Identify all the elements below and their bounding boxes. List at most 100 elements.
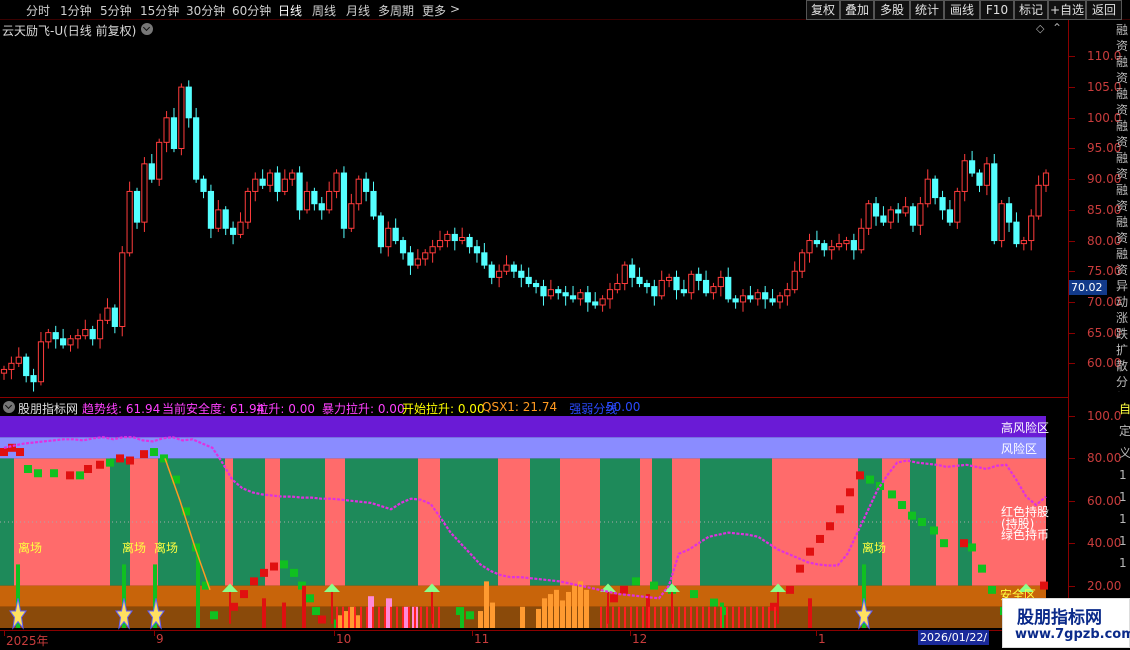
indicator-header: 股朋指标网 趋势线: 61.94 当前安全度: 61.94 拉升: 0.00 暴力拉升… bbox=[0, 397, 1068, 416]
candle-body bbox=[1013, 221, 1020, 245]
date-label: 11 bbox=[474, 632, 490, 646]
date-label: 10 bbox=[336, 632, 352, 646]
candle-body bbox=[614, 283, 621, 291]
date-tick bbox=[472, 631, 473, 636]
red-zone-stripe bbox=[498, 458, 530, 586]
indicator-tick-mark bbox=[1069, 416, 1075, 417]
red-tick-marker bbox=[768, 606, 770, 628]
candle-body bbox=[141, 163, 148, 223]
orange-histogram-bar bbox=[548, 594, 553, 628]
red-step-block bbox=[84, 465, 92, 473]
green-step-block bbox=[24, 465, 32, 473]
candle-body bbox=[872, 203, 880, 217]
red-tick-marker bbox=[630, 606, 632, 628]
candle-body bbox=[702, 279, 710, 294]
side-char: 融 bbox=[1116, 215, 1129, 229]
candle-body bbox=[156, 141, 163, 180]
candle-body bbox=[370, 190, 377, 217]
candle-body bbox=[555, 289, 562, 294]
candle-body bbox=[407, 252, 414, 266]
candle-body bbox=[518, 270, 525, 278]
price-tick-mark bbox=[1069, 332, 1075, 334]
green-step-block bbox=[908, 511, 916, 520]
toolbar-button-8[interactable]: 返回 bbox=[1086, 0, 1122, 20]
red-tick-marker bbox=[660, 606, 662, 628]
indicator-tick-mark bbox=[1069, 585, 1075, 587]
candle-body bbox=[673, 276, 680, 291]
green-step-block bbox=[866, 475, 874, 484]
candle-body bbox=[961, 160, 968, 192]
red-tick-marker bbox=[774, 606, 776, 628]
orange-histogram-bar bbox=[484, 581, 489, 628]
side-text-strip: 融资融资融资融资融资融资融资融资异动涨跌扩散分析 bbox=[1116, 22, 1130, 392]
red-tick-marker bbox=[756, 606, 758, 628]
red-tick-marker bbox=[414, 606, 416, 628]
orange-histogram-bar bbox=[520, 606, 525, 628]
date-tick bbox=[154, 631, 155, 636]
price-tick-mark bbox=[1069, 301, 1075, 303]
green-step-block bbox=[34, 469, 42, 478]
candle-body bbox=[932, 178, 939, 199]
red-tick-marker bbox=[396, 606, 398, 628]
candle-body bbox=[784, 289, 791, 297]
candle-body bbox=[865, 203, 872, 229]
indicator-name: 股朋指标网 bbox=[18, 402, 79, 416]
orange-histogram-bar bbox=[554, 589, 559, 628]
candle-body bbox=[30, 375, 37, 383]
side-char: 融 bbox=[1116, 183, 1129, 197]
red-tick-marker bbox=[618, 606, 620, 628]
candle-body bbox=[170, 117, 178, 149]
candle-body bbox=[436, 240, 444, 248]
candle-body bbox=[74, 335, 82, 340]
side-char: 异 bbox=[1116, 279, 1129, 293]
green-step-block bbox=[650, 581, 658, 590]
red-step-block bbox=[806, 547, 814, 556]
candle-body bbox=[850, 240, 857, 251]
candle-body bbox=[340, 172, 348, 229]
green-step-block bbox=[280, 560, 288, 569]
date-label: 2025年 bbox=[6, 634, 49, 648]
red-tick-marker bbox=[732, 606, 734, 628]
indicator-axis: 100.0 80.00 60.00 40.00 20.00 自定义 1 1 1 1 1 bbox=[1068, 397, 1130, 630]
current-price-tag: 70.02 bbox=[1069, 280, 1107, 295]
candle-body bbox=[503, 264, 510, 272]
red-tick-marker bbox=[600, 606, 602, 628]
indicator-value-7: 50.00 bbox=[606, 400, 641, 414]
indicator-side-char: 1 bbox=[1119, 490, 1127, 504]
candle-body bbox=[266, 172, 274, 186]
candle-body bbox=[747, 295, 754, 300]
side-char: 资 bbox=[1116, 103, 1129, 117]
red-step-block bbox=[960, 539, 968, 548]
red-tick-marker bbox=[690, 606, 692, 628]
candle-body bbox=[954, 190, 961, 223]
price-tick-mark bbox=[1069, 179, 1075, 181]
indicator-value-4: 开始拉升: 0.00 bbox=[402, 402, 485, 416]
candle-body bbox=[82, 329, 89, 337]
candle-body bbox=[843, 240, 850, 245]
candle-body bbox=[835, 243, 843, 248]
side-char: 资 bbox=[1116, 39, 1129, 53]
exit-signal-label: 离场 bbox=[154, 540, 178, 555]
candle-body bbox=[636, 276, 643, 285]
candle-body bbox=[806, 240, 813, 254]
orange-histogram-bar bbox=[578, 581, 583, 628]
candle-body bbox=[67, 338, 74, 346]
indicator-value-5: QSX1: 21.74 bbox=[482, 400, 558, 414]
candle-body bbox=[8, 362, 15, 370]
site-watermark: 股朋指标网 www.7gpzb.com bbox=[1002, 598, 1130, 648]
candle-body bbox=[496, 270, 503, 278]
indicator-tick-label: 40.00 bbox=[1087, 536, 1122, 551]
candle-body bbox=[688, 273, 695, 294]
side-char: 资 bbox=[1116, 199, 1129, 213]
side-char: 散 bbox=[1116, 359, 1129, 373]
candle-body bbox=[621, 264, 628, 285]
chevron-down-icon[interactable] bbox=[3, 401, 15, 413]
candle-body bbox=[96, 319, 104, 340]
candle-body bbox=[52, 332, 59, 340]
candle-body bbox=[599, 298, 606, 306]
date-tick bbox=[630, 631, 631, 636]
candle-body bbox=[451, 233, 458, 242]
green-step-block bbox=[160, 454, 168, 463]
red-tick-marker bbox=[720, 606, 722, 628]
candle-body bbox=[584, 292, 591, 303]
